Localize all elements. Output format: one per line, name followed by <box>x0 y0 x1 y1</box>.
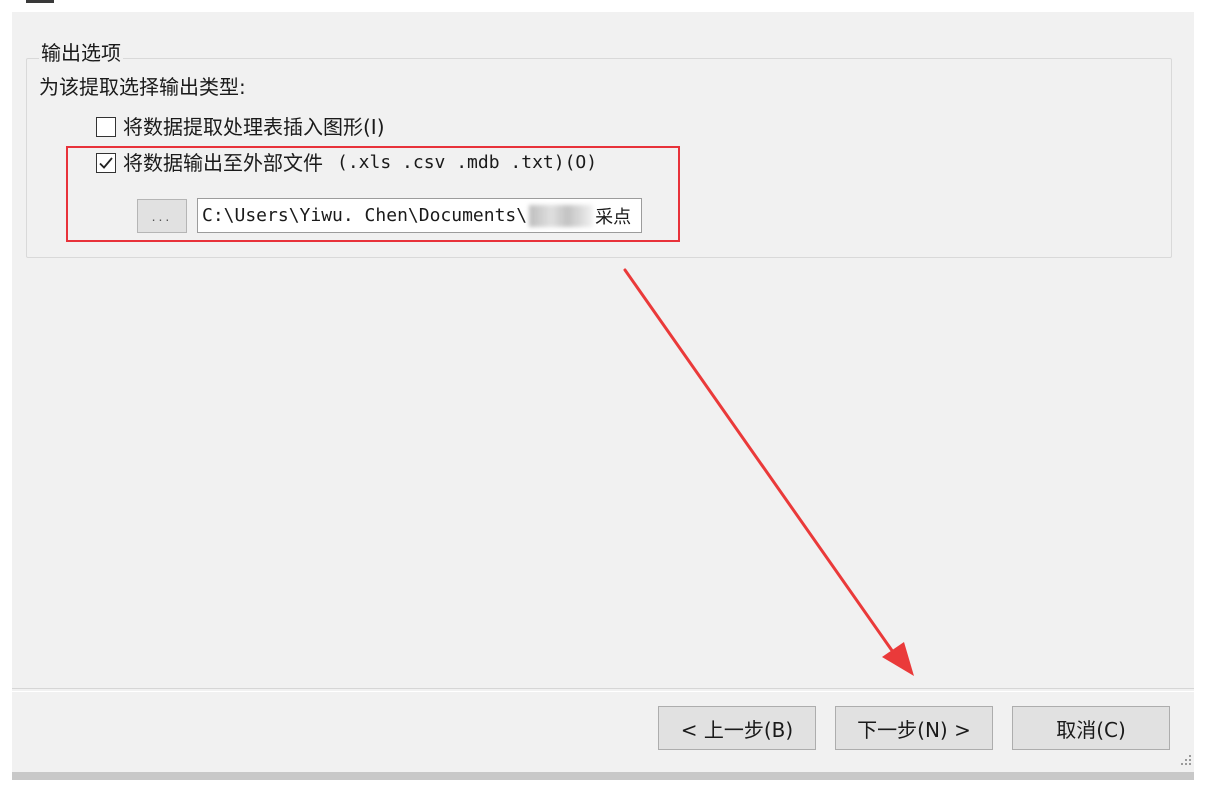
arrow-head-icon <box>882 642 914 676</box>
window-bottom-edge <box>12 772 1194 780</box>
red-arrow-annotation <box>623 268 914 676</box>
